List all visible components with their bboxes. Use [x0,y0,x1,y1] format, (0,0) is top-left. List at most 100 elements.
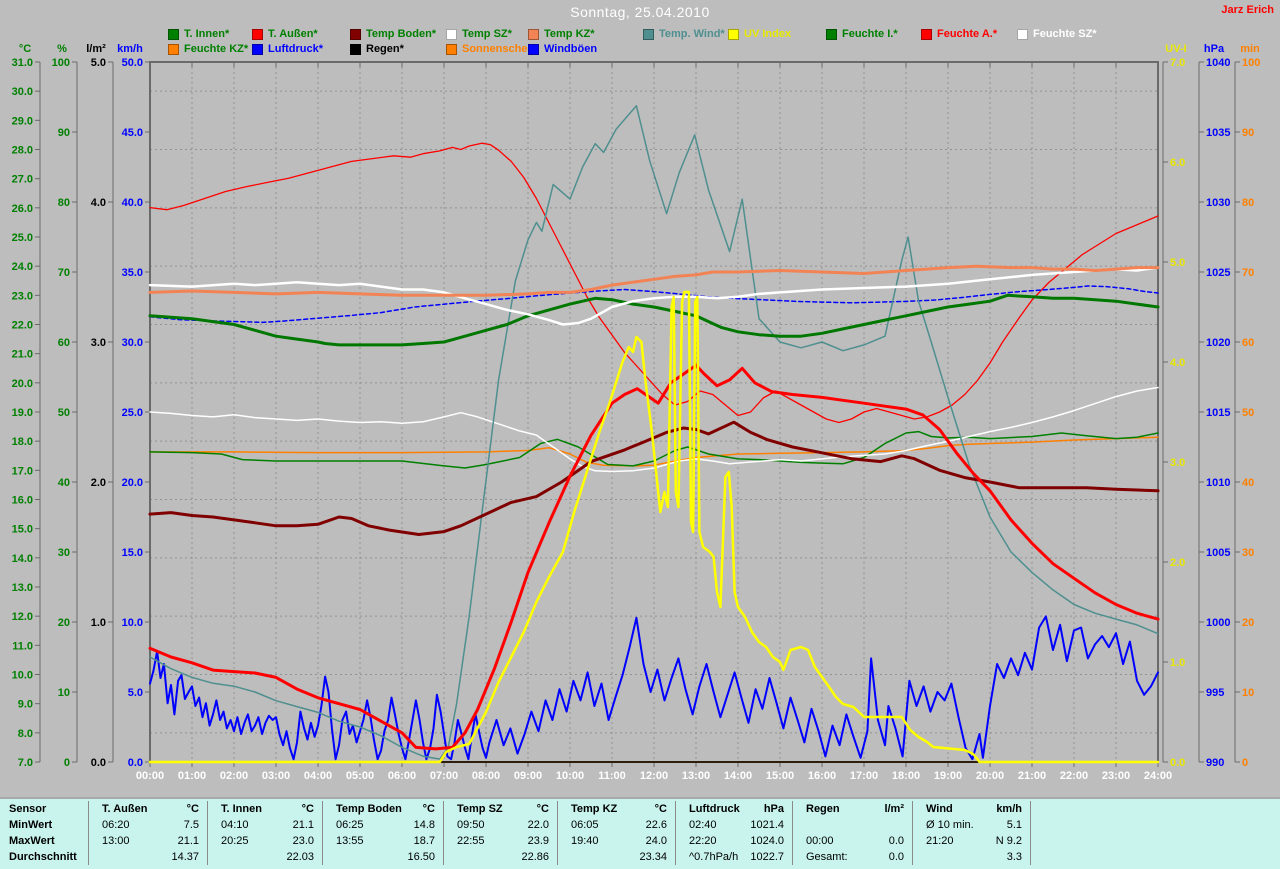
stat-value: 18.7 [413,835,435,847]
axis-tick-label-uv: 7.0 [1170,57,1185,69]
series-line-temp-aussen [148,363,1160,751]
stat-cell-temp-sz: 22.86 [443,849,557,865]
stat-value: 14.37 [171,851,199,863]
legend-label: UV Index [744,28,792,40]
axis-tick-label-c: 31.0 [12,57,33,69]
legend-item-feuchte-kz: Feuchte KZ* [168,43,248,55]
axis-tick-label-kmh: 50.0 [122,57,143,69]
stat-cell-temp-sz: 22:55 23.9 [443,833,557,849]
axis-tick-label-uv: 2.0 [1170,557,1185,569]
legend-label: Temp SZ* [462,28,512,40]
stat-value: °C [654,803,667,815]
stat-time: ^0.7hPa/h [689,851,739,863]
legend-color-box [826,28,837,40]
axis-tick-label-uv: 3.0 [1170,457,1185,469]
axis-tick-label-pct: 80 [58,197,70,209]
stat-value: 22.03 [286,851,314,863]
series-line-temp-innen [148,293,1160,347]
legend-color-box [643,28,654,40]
legend-item-regen: Regen* [350,43,404,55]
table-filler [1030,849,1280,865]
stat-value: 23.34 [639,851,667,863]
series-line-feuchte-a [149,142,1159,424]
axis-tick-label-kmh: 30.0 [122,337,143,349]
legend-item-luftdruck: Luftdruck* [252,43,323,55]
axis-tick-label-c: 29.0 [12,115,33,127]
series-line-feuchte-sz [149,386,1159,473]
stat-cell-t-au-en: 13:00 21.1 [88,833,207,849]
x-axis-label: 17:00 [850,770,878,782]
stat-cell-t-innen: 22.03 [207,849,322,865]
legend-item-t-au-en: T. Außen* [252,28,318,40]
axis-tick-label-lm2: 0.0 [91,757,106,769]
axis-tick-label-min: 0 [1242,757,1248,769]
stat-time: 06:25 [336,819,364,831]
stat-cell-regen [792,817,912,833]
x-axis-label: 16:00 [808,770,836,782]
legend-label: T. Innen* [184,28,230,40]
stat-value: 0.0 [888,835,904,847]
legend-label: Temp Boden* [366,28,437,40]
stat-cell-luftdruck: 22:20 1024.0 [675,833,792,849]
stat-time: 21:20 [926,835,954,847]
table-filler [1030,817,1280,833]
axis-tick-label-kmh: 35.0 [122,267,143,279]
axis-tick-label-c: 9.0 [18,699,33,711]
stat-cell-t-au-en: T. Außen °C [88,801,207,817]
axis-tick-label-min: 10 [1242,687,1254,699]
stat-value: 22.0 [527,819,549,831]
stat-value: 1022.7 [750,851,784,863]
legend-color-box [350,28,361,40]
axis-tick-label-pct: 0 [64,757,70,769]
legend-row-1: T. Innen* T. Außen* Temp Boden* Temp SZ* Tem… [0,28,1280,41]
stat-cell-wind: Wind km/h [912,801,1030,817]
series-line-temp-boden [148,420,1160,536]
stat-time: Gesamt: [806,851,848,863]
table-row-durchschnitt: Durchschnitt 14.37 22.03 16.50 22.86 23.34 ^0.… [0,849,1280,865]
axis-tick-label-uv: 6.0 [1170,157,1185,169]
axis-tick-label-lm2: 1.0 [91,617,106,629]
stat-value: 5.1 [1006,819,1022,831]
stat-value: °C [186,803,199,815]
legend-item-temp-kz: Temp KZ* [528,28,595,40]
series-line-feuchte-i [149,430,1159,469]
legend-item-temp-sz: Temp SZ* [446,28,512,40]
axis-tick-label-c: 18.0 [12,436,33,448]
axis-tick-label-hpa: 1025 [1206,267,1230,279]
stat-cell-t-innen: T. Innen °C [207,801,322,817]
series-line-temp-kz [148,264,1160,297]
stat-time: 20:25 [221,835,249,847]
table-filler [1030,801,1280,817]
x-axis-label: 18:00 [892,770,920,782]
stat-time: Wind [926,803,953,815]
stat-time: 22:55 [457,835,485,847]
axis-tick-label-hpa: 990 [1206,757,1224,769]
legend-label: Regen* [366,43,404,55]
stat-time: 02:40 [689,819,717,831]
stat-time: T. Außen [102,803,148,815]
table-row-sensor: Sensor T. Außen °C T. Innen °C Temp Boden °C Te… [0,801,1280,817]
x-axis-label: 03:00 [262,770,290,782]
legend-label: Luftdruck* [268,43,323,55]
x-axis-label: 19:00 [934,770,962,782]
axis-tick-label-c: 13.0 [12,582,33,594]
table-row-maxwert: MaxWert 13:00 21.1 20:25 23.0 13:55 18.7 22:55 2… [0,833,1280,849]
stat-value: °C [422,803,435,815]
stat-time: Regen [806,803,840,815]
axis-tick-label-kmh: 25.0 [122,407,143,419]
legend-label: Temp. Wind* [659,28,725,40]
axis-tick-label-kmh: 40.0 [122,197,143,209]
x-axis-label: 02:00 [220,770,248,782]
stat-time: Ø 10 min. [926,819,974,831]
stat-value: hPa [763,803,784,815]
axis-tick-label-uv: 1.0 [1170,657,1185,669]
x-axis-label: 00:00 [136,770,164,782]
legend-label: T. Außen* [268,28,318,40]
stat-value: N 9.2 [995,835,1022,847]
axis-tick-label-c: 30.0 [12,86,33,98]
stat-time: 22:20 [689,835,717,847]
axis-tick-label-c: 23.0 [12,290,33,302]
axis-tick-label-lm2: 5.0 [91,57,106,69]
stat-time: 13:00 [102,835,130,847]
legend-color-box [350,43,361,55]
